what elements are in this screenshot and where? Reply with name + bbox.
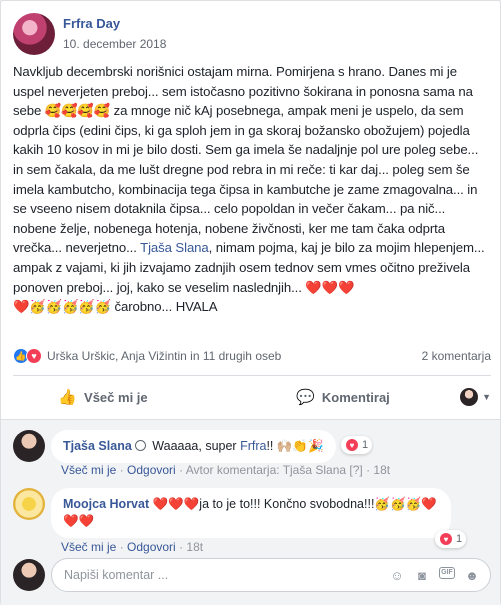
comment-bubble: Tjaša Slana Waaaaa, super Frfra!! 🙌🏼👏🎉 bbox=[51, 430, 336, 463]
love-icon: ♥ bbox=[26, 348, 42, 364]
like-label: Všeč mi je bbox=[84, 389, 148, 405]
post-text-4: čarobno... HVALA bbox=[110, 299, 218, 315]
current-user-avatar bbox=[460, 388, 479, 406]
post-actions: 👍 Všeč mi je 💬 Komentiraj ▼ bbox=[13, 382, 491, 412]
reactors-summary[interactable]: Urška Urškic, Anja Vižintin in 11 drugih… bbox=[47, 349, 281, 363]
emoji-icon[interactable]: ☺ bbox=[389, 567, 405, 583]
comment-button[interactable]: 💬 Komentiraj bbox=[253, 388, 433, 406]
comment-placeholder: Napiši komentar ... bbox=[64, 568, 169, 582]
reaction-identity-selector[interactable]: ▼ bbox=[460, 388, 491, 406]
edit-marker[interactable]: [?] bbox=[349, 463, 362, 477]
love-icon: ♥ bbox=[439, 532, 453, 546]
comment-label: Komentiraj bbox=[321, 389, 390, 405]
comment-item: Tjaša Slana Waaaaa, super Frfra!! 🙌🏼👏🎉 bbox=[13, 430, 336, 463]
post-emoji-1: 🥰🥰🥰🥰 bbox=[44, 103, 111, 119]
chevron-down-icon: ▼ bbox=[482, 392, 491, 402]
comment-author[interactable]: Tjaša Slana bbox=[63, 439, 132, 453]
love-icon: ♥ bbox=[345, 438, 359, 452]
comment-bubble: Moojca Horvat ❤️❤️❤️ja to je to!!! Končn… bbox=[51, 488, 451, 538]
comment-input[interactable]: Napiši komentar ... ☺ ◙ GIF ☻ bbox=[51, 558, 491, 592]
commenter-avatar[interactable] bbox=[13, 488, 45, 520]
commenter-avatar[interactable] bbox=[13, 430, 45, 462]
comment-meta: Všeč mi je · Odgovori · Avtor komentarja… bbox=[61, 463, 391, 477]
post-card: Frfra Day 10. december 2018 Navkljub dec… bbox=[0, 0, 501, 605]
comment-text-end: !! 🙌🏼👏🎉 bbox=[266, 439, 324, 453]
comment-time[interactable]: 18t bbox=[186, 540, 203, 554]
comment-mention[interactable]: Frfra bbox=[240, 439, 266, 453]
comment-like-link[interactable]: Všeč mi je bbox=[61, 540, 116, 554]
post-date[interactable]: 10. december 2018 bbox=[63, 36, 166, 52]
post-emoji-2: ❤️❤️❤️ bbox=[305, 279, 355, 295]
comment-like-link[interactable]: Všeč mi je bbox=[61, 463, 116, 477]
current-user-avatar bbox=[13, 559, 45, 591]
thumbs-up-icon: 👍 bbox=[58, 389, 78, 406]
comment-author-note: Avtor komentarja: Tjaša Slana bbox=[185, 463, 347, 477]
post-header: Frfra Day 10. december 2018 bbox=[13, 13, 166, 55]
camera-icon[interactable]: ◙ bbox=[414, 567, 430, 583]
gif-icon[interactable]: GIF bbox=[439, 567, 455, 579]
comment-item: Moojca Horvat ❤️❤️❤️ja to je to!!! Končn… bbox=[13, 488, 451, 538]
like-button[interactable]: 👍 Všeč mi je bbox=[13, 388, 193, 406]
comment-reactions[interactable]: ♥ 1 bbox=[435, 530, 467, 548]
composer-tools: ☺ ◙ GIF ☻ bbox=[389, 567, 480, 583]
comment-author[interactable]: Moojca Horvat bbox=[63, 497, 149, 511]
sticker-icon[interactable]: ☻ bbox=[464, 567, 480, 583]
comment-reply-link[interactable]: Odgovori bbox=[127, 463, 176, 477]
comment-text: Waaaaa, super bbox=[152, 439, 241, 453]
comment-reply-link[interactable]: Odgovori bbox=[127, 540, 176, 554]
comment-meta: Všeč mi je · Odgovori · 18t bbox=[61, 540, 204, 554]
post-text-2: za mnoge nič kAj posebnega, ampak meni j… bbox=[13, 103, 479, 256]
mention-link[interactable]: Tjaša Slana bbox=[140, 240, 209, 255]
reaction-count: 1 bbox=[456, 533, 463, 545]
reactions-bar: 👍 ♥ Urška Urškic, Anja Vižintin in 11 dr… bbox=[13, 346, 491, 366]
author-avatar[interactable] bbox=[13, 13, 55, 55]
reaction-count: 1 bbox=[362, 439, 369, 451]
shield-badge-icon bbox=[134, 440, 146, 451]
post-author[interactable]: Frfra Day bbox=[63, 15, 166, 32]
comment-icon: 💬 bbox=[296, 389, 315, 406]
divider bbox=[13, 375, 491, 376]
comment-time[interactable]: 18t bbox=[373, 463, 390, 477]
comment-count[interactable]: 2 komentarja bbox=[422, 349, 491, 363]
post-body: Navkljub decembrski norišnici ostajam mi… bbox=[13, 62, 491, 317]
comment-composer: Napiši komentar ... ☺ ◙ GIF ☻ bbox=[13, 558, 491, 592]
post-emoji-3: ❤️🥳🥳🥳🥳🥳 bbox=[13, 299, 111, 315]
comment-reactions[interactable]: ♥ 1 bbox=[341, 436, 373, 454]
